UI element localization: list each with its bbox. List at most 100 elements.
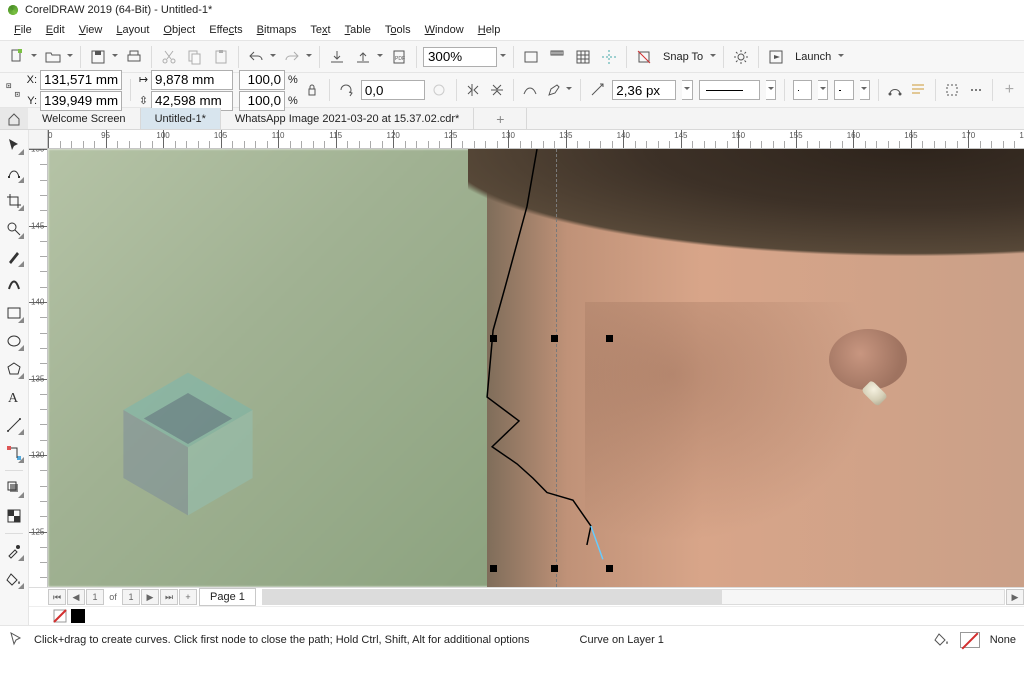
options-button[interactable] bbox=[730, 46, 752, 68]
artistic-media-tool[interactable] bbox=[3, 274, 25, 296]
close-curve-button[interactable] bbox=[887, 79, 904, 101]
add-toolbar-button[interactable]: + bbox=[1001, 79, 1018, 101]
show-grid-button[interactable] bbox=[572, 46, 594, 68]
width-input[interactable] bbox=[151, 70, 233, 90]
drawing-canvas[interactable] bbox=[48, 149, 1024, 587]
eyedropper-tool[interactable] bbox=[3, 540, 25, 562]
lock-ratio-button[interactable] bbox=[304, 79, 321, 101]
x-position-input[interactable] bbox=[40, 70, 122, 90]
show-rulers-button[interactable] bbox=[546, 46, 568, 68]
end-arrow-dropdown[interactable] bbox=[860, 80, 870, 100]
selection-handle[interactable] bbox=[490, 335, 497, 342]
tab-add[interactable]: + bbox=[474, 108, 527, 129]
end-arrowhead-selector[interactable] bbox=[834, 80, 853, 100]
start-arrow-dropdown[interactable] bbox=[818, 80, 828, 100]
tab-whatsapp[interactable]: WhatsApp Image 2021-03-20 at 15.37.02.cd… bbox=[221, 108, 474, 129]
snap-off-button[interactable] bbox=[633, 46, 655, 68]
menu-table[interactable]: Table bbox=[345, 24, 371, 36]
new-document-button[interactable] bbox=[6, 46, 28, 68]
menu-object[interactable]: Object bbox=[163, 24, 195, 36]
snap-to-label[interactable]: Snap To bbox=[659, 51, 707, 63]
cut-button[interactable] bbox=[158, 46, 180, 68]
zoom-tool[interactable] bbox=[3, 218, 25, 240]
no-color-swatch[interactable] bbox=[53, 609, 67, 623]
rectangle-tool[interactable] bbox=[3, 302, 25, 324]
line-style-selector[interactable] bbox=[699, 80, 760, 100]
ruler-origin[interactable] bbox=[29, 130, 48, 148]
crop-tool[interactable] bbox=[3, 190, 25, 212]
drop-shadow-tool[interactable] bbox=[3, 477, 25, 499]
pick-tool[interactable] bbox=[3, 134, 25, 156]
page-tab-1[interactable]: Page 1 bbox=[199, 588, 256, 606]
menu-effects[interactable]: Effects bbox=[209, 24, 242, 36]
import-button[interactable] bbox=[326, 46, 348, 68]
line-style-dropdown[interactable] bbox=[766, 80, 776, 100]
connector-tool[interactable] bbox=[3, 442, 25, 464]
selection-handle[interactable] bbox=[551, 335, 558, 342]
ellipse-tool[interactable] bbox=[3, 330, 25, 352]
fill-none-swatch[interactable] bbox=[960, 632, 980, 648]
width-scale-input[interactable] bbox=[239, 70, 285, 90]
parallel-dimension-tool[interactable] bbox=[3, 414, 25, 436]
selection-handle[interactable] bbox=[551, 565, 558, 572]
zoom-dropdown[interactable] bbox=[499, 46, 507, 68]
rotate-reset-button[interactable] bbox=[431, 79, 448, 101]
start-arrowhead-selector[interactable] bbox=[793, 80, 812, 100]
launch-dropdown[interactable] bbox=[837, 46, 845, 68]
menu-text[interactable]: Text bbox=[310, 24, 330, 36]
undo-dropdown[interactable] bbox=[269, 46, 277, 68]
black-swatch[interactable] bbox=[71, 609, 85, 623]
export-button[interactable] bbox=[352, 46, 374, 68]
wrap-text-button[interactable] bbox=[910, 79, 927, 101]
snap-dropdown[interactable] bbox=[709, 46, 717, 68]
selection-handle[interactable] bbox=[606, 565, 613, 572]
open-dropdown[interactable] bbox=[66, 46, 74, 68]
zoom-input[interactable] bbox=[423, 47, 497, 67]
outline-width-input[interactable] bbox=[612, 80, 676, 100]
menu-bitmaps[interactable]: Bitmaps bbox=[257, 24, 297, 36]
print-button[interactable] bbox=[123, 46, 145, 68]
publish-pdf-button[interactable]: PDF bbox=[388, 46, 410, 68]
quick-customize-button[interactable] bbox=[967, 79, 984, 101]
mirror-vertical-button[interactable] bbox=[488, 79, 505, 101]
vertical-guideline[interactable] bbox=[556, 149, 557, 587]
launch-button[interactable] bbox=[765, 46, 787, 68]
text-tool[interactable]: A bbox=[3, 386, 25, 408]
shape-tool[interactable] bbox=[3, 162, 25, 184]
home-tab[interactable] bbox=[0, 108, 28, 129]
add-page-button[interactable]: + bbox=[179, 589, 197, 605]
open-button[interactable] bbox=[42, 46, 64, 68]
smoothing-dropdown[interactable] bbox=[566, 79, 572, 101]
scroll-right-button[interactable]: ▶ bbox=[1006, 589, 1024, 605]
selection-handle[interactable] bbox=[490, 565, 497, 572]
undo-button[interactable] bbox=[245, 46, 267, 68]
menu-window[interactable]: Window bbox=[425, 24, 464, 36]
paste-button[interactable] bbox=[210, 46, 232, 68]
fill-tool[interactable] bbox=[3, 568, 25, 590]
new-dropdown[interactable] bbox=[30, 46, 38, 68]
transparency-tool[interactable] bbox=[3, 505, 25, 527]
first-page-button[interactable]: ⏮ bbox=[48, 589, 66, 605]
rotation-input[interactable] bbox=[361, 80, 425, 100]
menu-tools[interactable]: Tools bbox=[385, 24, 411, 36]
horizontal-scrollbar[interactable] bbox=[262, 589, 1005, 605]
next-page-button[interactable]: ▶ bbox=[141, 589, 159, 605]
redo-dropdown[interactable] bbox=[305, 46, 313, 68]
fullscreen-preview-button[interactable] bbox=[520, 46, 542, 68]
save-button[interactable] bbox=[87, 46, 109, 68]
redo-button[interactable] bbox=[281, 46, 303, 68]
vertical-ruler[interactable]: 150145140135130125120 bbox=[29, 149, 48, 587]
launch-label[interactable]: Launch bbox=[791, 51, 835, 63]
menu-file[interactable]: File bbox=[14, 24, 32, 36]
selection-handle[interactable] bbox=[606, 335, 613, 342]
prev-page-button[interactable]: ◀ bbox=[67, 589, 85, 605]
show-guidelines-button[interactable] bbox=[598, 46, 620, 68]
menu-view[interactable]: View bbox=[79, 24, 103, 36]
outline-width-dropdown[interactable] bbox=[682, 80, 692, 100]
menu-edit[interactable]: Edit bbox=[46, 24, 65, 36]
menu-help[interactable]: Help bbox=[478, 24, 501, 36]
save-dropdown[interactable] bbox=[111, 46, 119, 68]
polygon-tool[interactable] bbox=[3, 358, 25, 380]
tab-untitled[interactable]: Untitled-1* bbox=[141, 108, 221, 129]
mirror-horizontal-button[interactable] bbox=[465, 79, 482, 101]
